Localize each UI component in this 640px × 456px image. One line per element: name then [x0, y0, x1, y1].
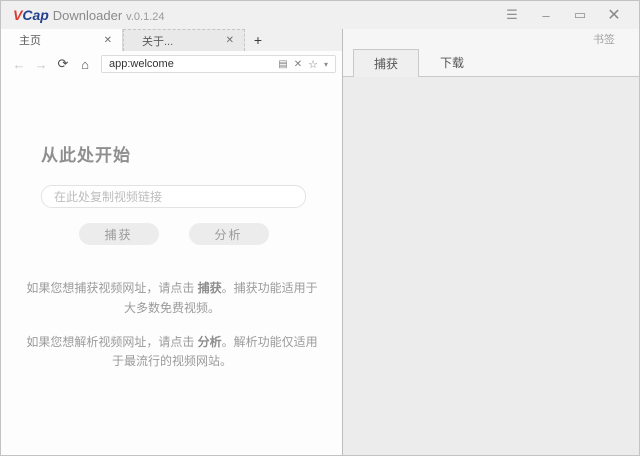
- address-dropdown-icon[interactable]: ▾: [321, 60, 331, 69]
- title-bar: VCap Downloader v.0.1.24 ☰ – ▭ ✕: [1, 1, 639, 29]
- paste-icon[interactable]: ▤: [275, 59, 290, 70]
- panel-tab-capture[interactable]: 捕获: [353, 49, 419, 77]
- analyze-button[interactable]: 分析: [189, 223, 269, 245]
- refresh-button[interactable]: ⟳: [53, 54, 73, 74]
- maximize-button[interactable]: ▭: [563, 3, 597, 27]
- tab-home-label: 主页: [19, 32, 100, 48]
- bookmarks-row: 书签: [343, 29, 639, 49]
- app-window: VCap Downloader v.0.1.24 ☰ – ▭ ✕ 主页 ✕ 关于…: [0, 0, 640, 456]
- forward-arrow-icon: →: [35, 57, 48, 72]
- address-bar[interactable]: ▤ ✕ ☆ ▾: [101, 55, 336, 73]
- panel-tabs: 捕获 下载: [343, 49, 639, 77]
- side-panel: 书签 捕获 下载: [343, 29, 639, 455]
- tab-home[interactable]: 主页 ✕: [1, 29, 123, 51]
- analyze-desc-bold: 分析: [198, 335, 222, 349]
- panel-content: [343, 77, 639, 455]
- brand-logo: VCap: [13, 7, 49, 23]
- app-logo: VCap Downloader v.0.1.24: [13, 7, 165, 23]
- page-title: 从此处开始: [41, 141, 321, 166]
- tab-about[interactable]: 关于... ✕: [123, 29, 245, 51]
- capture-desc-pre: 如果您想捕获视频网址，请点击: [26, 281, 197, 295]
- action-buttons: 捕获 分析: [41, 223, 306, 245]
- minimize-button[interactable]: –: [529, 3, 563, 27]
- brand-cap: Cap: [22, 7, 48, 23]
- clear-url-icon[interactable]: ✕: [291, 59, 305, 70]
- analyze-desc-pre: 如果您想解析视频网址，请点击: [26, 335, 197, 349]
- capture-desc-bold: 捕获: [198, 281, 222, 295]
- close-button[interactable]: ✕: [597, 3, 631, 27]
- back-button[interactable]: ←: [9, 54, 29, 74]
- panel-tab-download[interactable]: 下载: [419, 49, 485, 76]
- app-name: Downloader: [53, 8, 122, 23]
- tab-about-label: 关于...: [142, 33, 222, 49]
- analyze-description: 如果您想解析视频网址，请点击 分析。解析功能仅适用于最流行的视频网站。: [22, 333, 322, 373]
- video-link-input[interactable]: [41, 185, 306, 208]
- window-controls: ☰ – ▭ ✕: [495, 3, 631, 27]
- plus-icon: +: [254, 32, 262, 48]
- browser-pane: 主页 ✕ 关于... ✕ + ← → ⟳ ⌂ ▤ ✕ ☆: [1, 29, 343, 455]
- menu-button[interactable]: ☰: [495, 3, 529, 27]
- minimize-icon: –: [542, 8, 549, 23]
- forward-button[interactable]: →: [31, 54, 51, 74]
- navigation-bar: ← → ⟳ ⌂ ▤ ✕ ☆ ▾: [1, 51, 342, 77]
- new-tab-button[interactable]: +: [245, 29, 271, 51]
- refresh-icon: ⟳: [58, 56, 69, 72]
- bookmarks-link[interactable]: 书签: [593, 31, 615, 47]
- app-version: v.0.1.24: [126, 11, 164, 23]
- main-split: 主页 ✕ 关于... ✕ + ← → ⟳ ⌂ ▤ ✕ ☆: [1, 29, 639, 455]
- maximize-icon: ▭: [574, 7, 586, 23]
- bookmark-star-icon[interactable]: ☆: [305, 58, 321, 71]
- browser-tab-strip: 主页 ✕ 关于... ✕ +: [1, 29, 342, 51]
- home-button[interactable]: ⌂: [75, 54, 95, 74]
- close-icon: ✕: [607, 5, 620, 25]
- capture-button[interactable]: 捕获: [79, 223, 159, 245]
- back-arrow-icon: ←: [13, 57, 26, 72]
- welcome-page: 从此处开始 捕获 分析 如果您想捕获视频网址，请点击 捕获。捕获功能适用于大多数…: [1, 77, 342, 455]
- tab-home-close-icon[interactable]: ✕: [100, 35, 116, 46]
- tab-about-close-icon[interactable]: ✕: [222, 35, 238, 46]
- brand-letter-v: V: [13, 7, 22, 23]
- address-input[interactable]: [109, 58, 275, 70]
- home-icon: ⌂: [81, 57, 89, 72]
- capture-description: 如果您想捕获视频网址，请点击 捕获。捕获功能适用于大多数免费视频。: [22, 279, 322, 319]
- hamburger-menu-icon: ☰: [506, 7, 518, 23]
